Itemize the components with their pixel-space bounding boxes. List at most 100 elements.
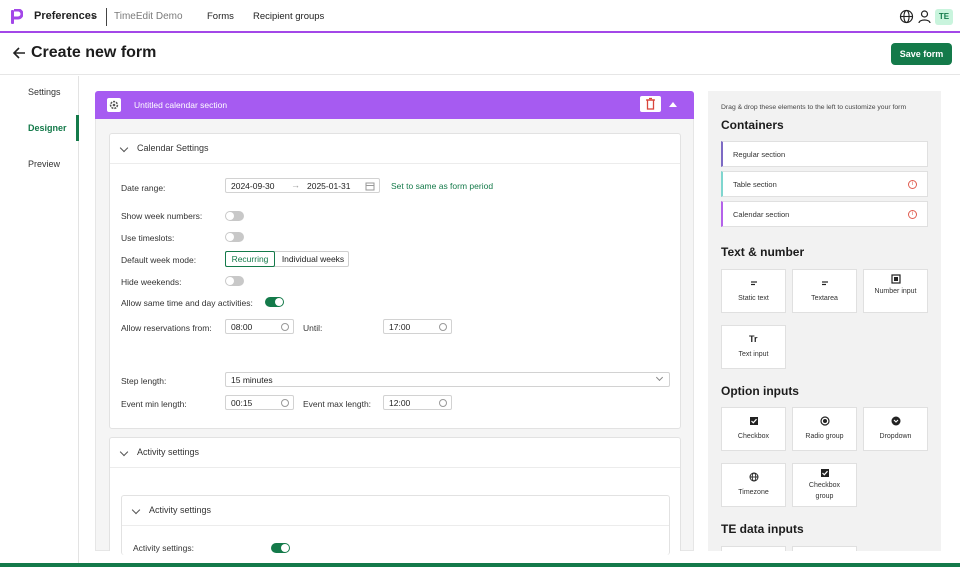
nav-divider <box>106 8 107 26</box>
checkbox-group-icon <box>821 469 829 477</box>
calendar-section-header[interactable]: Untitled calendar section <box>95 91 694 119</box>
step-length-label: Step length: <box>121 376 167 386</box>
activity-settings-inner-header[interactable]: Activity settings <box>122 496 669 526</box>
app-switcher-chevron-icon[interactable]: ⌄ <box>90 9 99 22</box>
dropdown-tile[interactable]: Dropdown <box>863 407 928 451</box>
te-data-tile-2[interactable] <box>792 546 857 551</box>
gear-icon <box>109 100 119 110</box>
back-arrow-icon[interactable] <box>11 45 27 61</box>
clock-icon <box>439 323 447 331</box>
activity-settings-row-label: Activity settings: <box>133 543 194 553</box>
table-section-item[interactable]: Table section i <box>721 171 928 197</box>
calendar-settings-title: Calendar Settings <box>137 143 209 153</box>
activity-settings-inner-card: Activity settings Activity settings: <box>121 495 670 555</box>
regular-section-label: Regular section <box>733 150 786 159</box>
timezone-tile[interactable]: Timezone <box>721 463 786 507</box>
checkbox-tile[interactable]: Checkbox <box>721 407 786 451</box>
text-input-tile[interactable]: Tr Text input <box>721 325 786 369</box>
section-settings-button[interactable] <box>107 98 121 112</box>
section-title[interactable]: Untitled calendar section <box>134 100 227 110</box>
calendar-settings-header[interactable]: Calendar Settings <box>110 134 680 164</box>
until-time-input[interactable]: 17:00 <box>383 319 452 334</box>
tab-designer[interactable]: Designer <box>28 123 67 133</box>
date-range-input[interactable]: 2024-09-30 → 2025-01-31 <box>225 178 380 193</box>
calendar-section-label: Calendar section <box>733 210 790 219</box>
preferences-logo-icon[interactable] <box>10 9 23 25</box>
use-timeslots-toggle[interactable] <box>225 232 244 242</box>
text-input-label: Text input <box>738 351 769 358</box>
step-length-value: 15 minutes <box>231 375 273 385</box>
nav-link-forms[interactable]: Forms <box>207 11 234 22</box>
info-icon[interactable]: i <box>908 210 917 219</box>
activity-settings-toggle[interactable] <box>271 543 290 553</box>
te-data-tile-1[interactable] <box>721 546 786 551</box>
hide-weekends-label: Hide weekends: <box>121 277 182 287</box>
allow-from-time-input[interactable]: 08:00 <box>225 319 294 334</box>
set-same-as-form-period-link[interactable]: Set to same as form period <box>391 181 493 191</box>
save-form-button[interactable]: Save form <box>891 43 952 65</box>
number-input-tile[interactable]: Number input <box>863 269 928 313</box>
left-tabs: Settings Designer Preview <box>0 76 79 567</box>
tab-preview[interactable]: Preview <box>28 159 60 169</box>
week-mode-recurring-option[interactable]: Recurring <box>225 251 275 267</box>
date-start-value: 2024-09-30 <box>231 181 275 191</box>
active-tab-indicator <box>76 115 79 141</box>
static-text-tile[interactable]: Static text <box>721 269 786 313</box>
globe-icon <box>749 472 759 482</box>
text-input-icon: Tr <box>749 334 758 344</box>
collapse-section-caret-icon[interactable] <box>669 102 677 107</box>
textarea-icon <box>822 281 828 286</box>
nav-link-recipient-groups[interactable]: Recipient groups <box>253 11 324 22</box>
activity-settings-title: Activity settings <box>137 447 200 457</box>
step-length-select[interactable]: 15 minutes <box>225 372 670 387</box>
week-mode-individual-option[interactable]: Individual weeks <box>278 252 348 266</box>
number-input-icon <box>891 274 901 284</box>
calendar-section-item[interactable]: Calendar section i <box>721 201 928 227</box>
checkbox-group-tile[interactable]: Checkbox group <box>792 463 857 507</box>
org-badge[interactable]: TE <box>935 9 953 25</box>
allow-from-value: 08:00 <box>231 322 253 332</box>
top-navigation: Preferences ⌄ TimeEdit Demo Forms Recipi… <box>0 0 960 33</box>
chevron-down-icon <box>131 505 141 515</box>
delete-section-button[interactable] <box>640 96 661 112</box>
calendar-icon <box>365 182 375 191</box>
event-min-length-input[interactable]: 00:15 <box>225 395 294 410</box>
globe-icon[interactable] <box>899 9 914 24</box>
activity-settings-card: Activity settings Activity settings Acti… <box>109 437 681 555</box>
event-min-length-label: Event min length: <box>121 399 187 409</box>
checkbox-label: Checkbox <box>737 433 770 440</box>
until-value: 17:00 <box>389 322 411 332</box>
clock-icon <box>281 323 289 331</box>
radio-group-label: Radio group <box>805 433 844 440</box>
radio-group-tile[interactable]: Radio group <box>792 407 857 451</box>
checkbox-group-label: Checkbox group <box>808 482 841 500</box>
show-week-numbers-toggle[interactable] <box>225 211 244 221</box>
drag-drop-hint: Drag & drop these elements to the left t… <box>721 104 907 111</box>
containers-heading: Containers <box>721 118 784 132</box>
chevron-down-icon <box>119 447 129 457</box>
arrow-right-icon: → <box>291 180 300 190</box>
until-label: Until: <box>303 323 323 333</box>
default-week-mode-label: Default week mode: <box>121 255 197 265</box>
table-section-label: Table section <box>733 180 777 189</box>
user-icon[interactable] <box>917 9 932 24</box>
clock-icon <box>439 399 447 407</box>
date-range-label: Date range: <box>121 183 166 193</box>
option-inputs-heading: Option inputs <box>721 384 799 398</box>
calendar-settings-card: Calendar Settings Date range: 2024-09-30… <box>109 133 681 429</box>
clock-icon <box>281 399 289 407</box>
hide-weekends-toggle[interactable] <box>225 276 244 286</box>
allow-same-time-label: Allow same time and day activities: <box>121 298 253 308</box>
te-data-inputs-heading: TE data inputs <box>721 522 804 536</box>
textarea-tile[interactable]: Textarea <box>792 269 857 313</box>
regular-section-item[interactable]: Regular section <box>721 141 928 167</box>
info-icon[interactable]: i <box>908 180 917 189</box>
app-name[interactable]: Preferences <box>34 10 97 22</box>
event-max-length-input[interactable]: 12:00 <box>383 395 452 410</box>
tab-settings[interactable]: Settings <box>28 87 61 97</box>
page-header: Create new form Save form <box>0 35 960 75</box>
activity-settings-inner-title: Activity settings <box>149 505 212 515</box>
chevron-down-icon <box>655 373 664 382</box>
activity-settings-header[interactable]: Activity settings <box>110 438 680 468</box>
allow-same-time-toggle[interactable] <box>265 297 284 307</box>
